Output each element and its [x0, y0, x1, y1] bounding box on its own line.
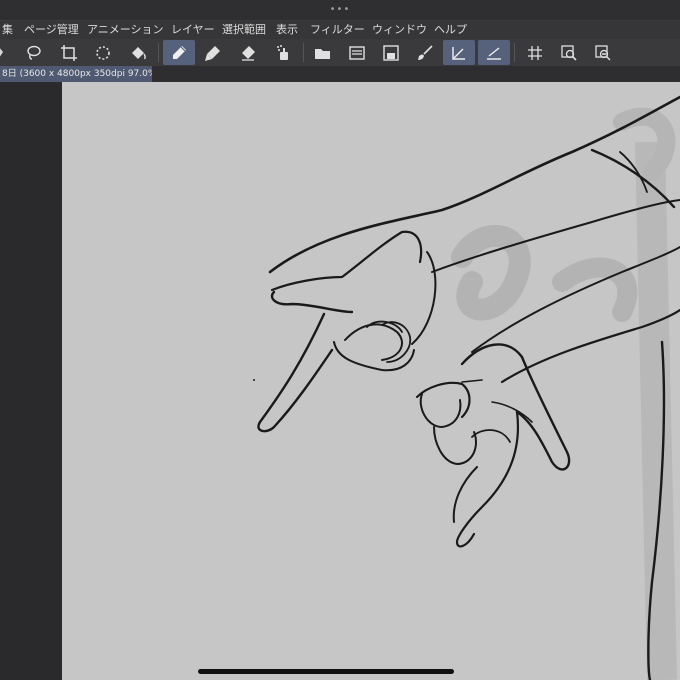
- tool-ruler-snap[interactable]: [443, 40, 475, 65]
- document-tab-bar: 8日 (3600 x 4800px 350dpi 97.0%): [0, 66, 680, 82]
- cutoff-icon: [0, 47, 3, 56]
- lasso-icon: [27, 45, 41, 60]
- tool-layers[interactable]: [341, 40, 373, 65]
- fill-bucket-icon: [132, 46, 146, 59]
- menu-layer[interactable]: レイヤー: [171, 21, 215, 39]
- marker-icon: [205, 45, 220, 61]
- menu-edit[interactable]: 集: [2, 21, 13, 39]
- command-bar: [0, 39, 680, 67]
- clip-studio-window: ••• 集 ページ管理 アニメーション レイヤー 選択範囲 表示 フィルター ウ…: [0, 0, 680, 680]
- tool-pen[interactable]: [163, 40, 195, 65]
- tool-marker[interactable]: [197, 40, 229, 65]
- open-folder-icon: [315, 48, 330, 59]
- tool-grid[interactable]: [519, 40, 551, 65]
- window-top-strip: •••: [0, 0, 680, 20]
- drawing-canvas[interactable]: [62, 82, 680, 680]
- document-tab[interactable]: 8日 (3600 x 4800px 350dpi 97.0%): [0, 66, 152, 82]
- tool-lasso[interactable]: [18, 40, 50, 65]
- zoom-options-icon: [595, 44, 611, 60]
- toolbar-separator: [158, 43, 159, 62]
- tool-crop-transform[interactable]: [53, 40, 85, 65]
- menu-help[interactable]: ヘルプ: [434, 21, 467, 39]
- eraser-icon: [242, 45, 255, 61]
- perspective-ruler-icon: [487, 46, 501, 60]
- menu-bar: 集 ページ管理 アニメーション レイヤー 選択範囲 表示 フィルター ウィンドウ…: [0, 20, 680, 39]
- tool-save[interactable]: [375, 40, 407, 65]
- zoom-fit-icon: [561, 44, 577, 61]
- grid-icon: [528, 45, 542, 60]
- toolbar-separator: [303, 43, 304, 62]
- ruler-snap-icon: [452, 46, 465, 60]
- tool-fill[interactable]: [122, 40, 154, 65]
- multitasking-dots[interactable]: •••: [316, 3, 364, 17]
- tool-perspective-ruler[interactable]: [478, 40, 510, 65]
- left-panel: [0, 82, 62, 680]
- tool-zoom-fit[interactable]: [553, 40, 585, 65]
- menu-filter[interactable]: フィルター: [310, 21, 365, 39]
- airbrush-icon: [277, 44, 288, 60]
- home-indicator[interactable]: [198, 669, 454, 674]
- tool-auto-select[interactable]: [87, 40, 119, 65]
- layers-icon: [349, 45, 365, 60]
- tool-cutoff[interactable]: [0, 40, 10, 65]
- sparkle-select-icon: [96, 45, 110, 60]
- brush-settings-icon: [418, 44, 433, 60]
- tool-airbrush[interactable]: [267, 40, 299, 65]
- crop-transform-icon: [61, 44, 77, 61]
- menu-view[interactable]: 表示: [276, 21, 298, 39]
- save-icon: [383, 44, 399, 61]
- tool-open[interactable]: [307, 40, 339, 65]
- pen-icon: [173, 45, 186, 59]
- menu-page-management[interactable]: ページ管理: [24, 21, 79, 39]
- tool-zoom-options[interactable]: [587, 40, 619, 65]
- sketch-artwork: [253, 95, 680, 680]
- toolbar-separator: [514, 43, 515, 62]
- menu-window[interactable]: ウィンドウ: [372, 21, 427, 39]
- menu-animation[interactable]: アニメーション: [87, 21, 164, 39]
- menu-selection[interactable]: 選択範囲: [222, 21, 266, 39]
- tool-brush-settings[interactable]: [409, 40, 441, 65]
- tool-eraser[interactable]: [232, 40, 264, 65]
